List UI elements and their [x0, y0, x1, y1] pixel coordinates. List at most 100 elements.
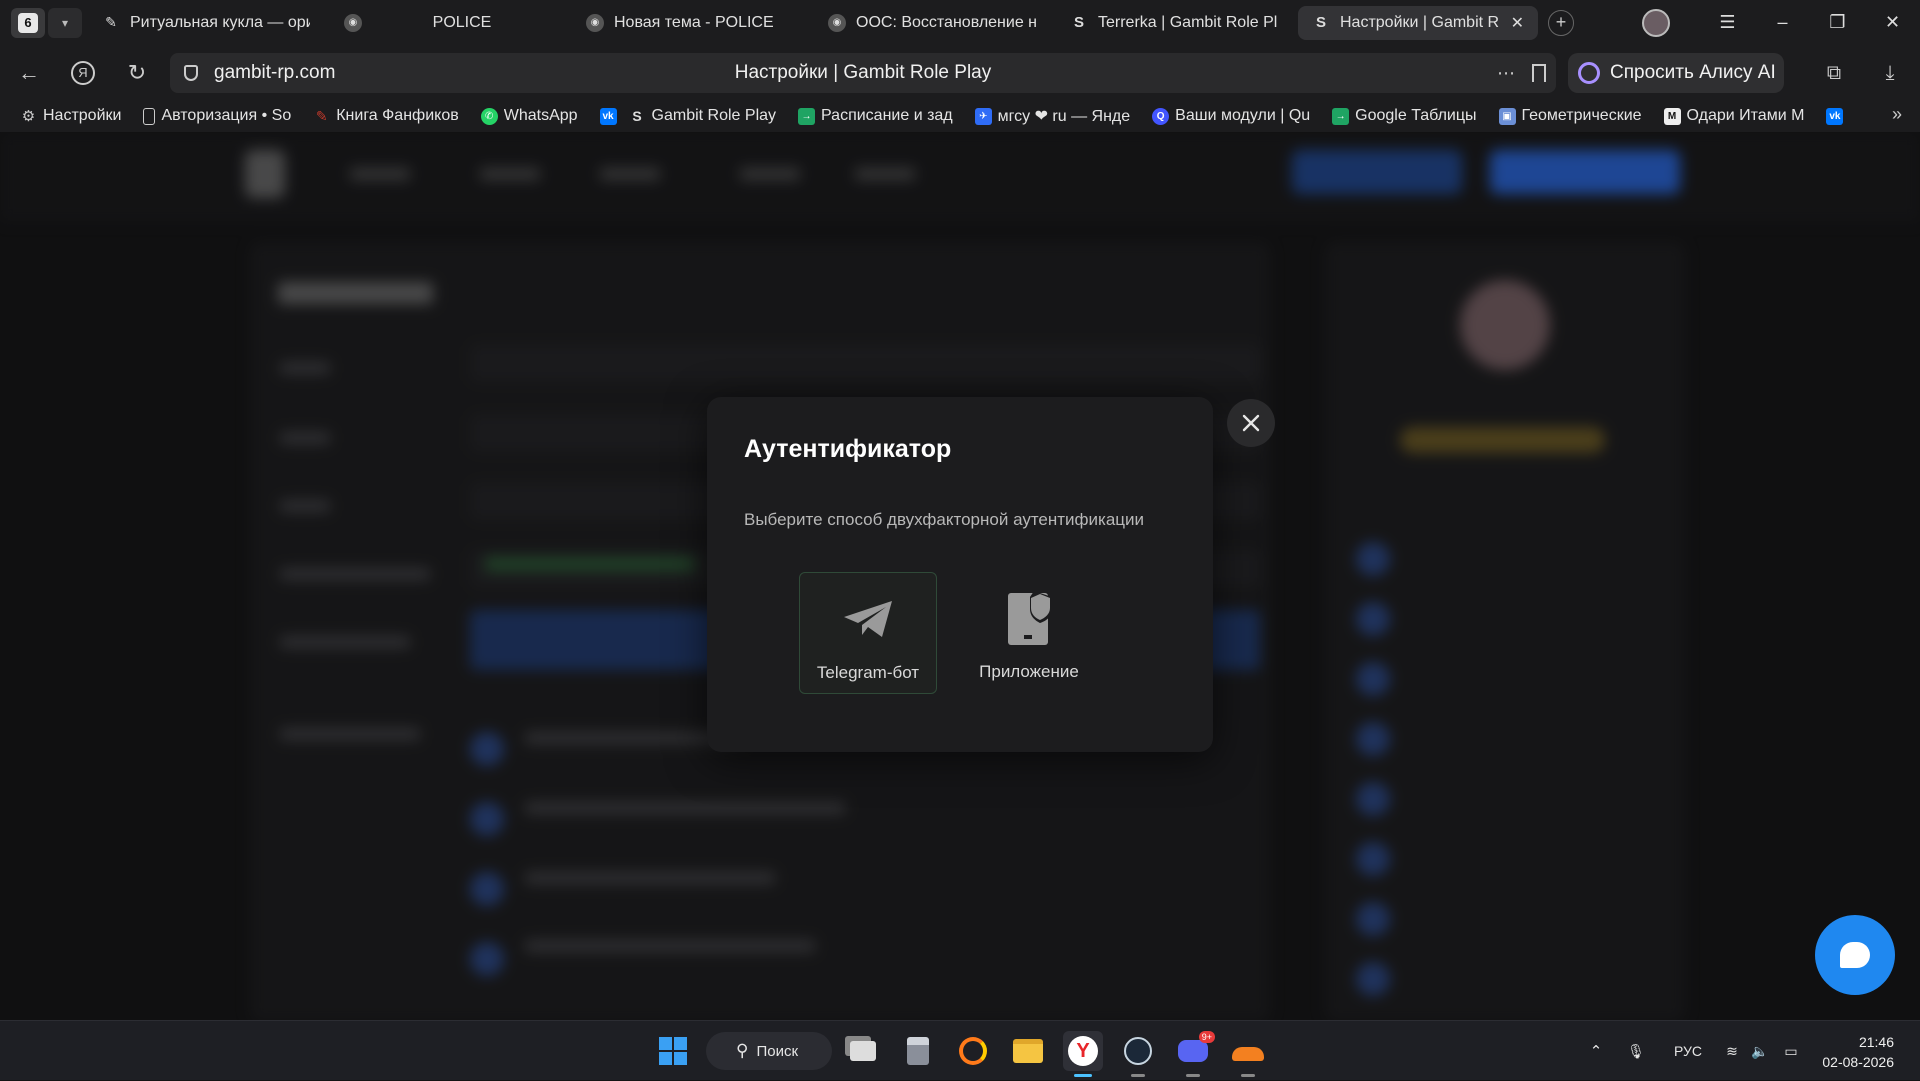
- bookmark-label: Google Таблицы: [1355, 107, 1477, 124]
- reload-icon[interactable]: ↻: [110, 53, 164, 93]
- bookmark-item[interactable]: vk: [599, 107, 617, 125]
- telegram-bot-option[interactable]: Telegram-бот: [799, 572, 937, 694]
- settings-label: [280, 728, 420, 740]
- tab[interactable]: ◉ POLICE: [330, 6, 566, 40]
- menu-icon[interactable]: ☰: [1700, 12, 1755, 33]
- bookmark-label: Авторизация • So: [161, 107, 292, 124]
- volume-icon[interactable]: 🔈: [1746, 1043, 1774, 1060]
- bookmark-item[interactable]: M Одари Итами М: [1663, 107, 1805, 125]
- chat-bubble-icon: [1840, 942, 1870, 968]
- tabs-dropdown-icon[interactable]: ▾: [48, 7, 82, 38]
- yandex-home-button[interactable]: Я: [56, 53, 110, 93]
- steam-icon[interactable]: [1118, 1031, 1158, 1077]
- clock[interactable]: 21:46 02-08-2026: [1822, 1032, 1894, 1072]
- running-indicator: [1241, 1074, 1255, 1077]
- session-line: [525, 872, 775, 884]
- vk-icon: vk: [599, 107, 617, 125]
- app-option[interactable]: Приложение: [960, 572, 1098, 694]
- close-tab-icon[interactable]: ✕: [1511, 13, 1524, 33]
- more-bookmarks-icon[interactable]: »: [1892, 104, 1902, 125]
- bookmark-item[interactable]: ✆ WhatsApp: [480, 107, 578, 125]
- tab[interactable]: ✎ Ритуальная кукла — ориг: [88, 6, 324, 40]
- bookmark-item[interactable]: Q Ваши модули | Qu: [1152, 107, 1310, 125]
- music-player-icon[interactable]: [953, 1031, 993, 1071]
- gambit-logo-icon: S: [1315, 14, 1326, 31]
- bookmark-item[interactable]: vk: [1826, 107, 1844, 125]
- gear-icon: ⚙: [21, 108, 36, 125]
- minimize-icon[interactable]: –: [1755, 12, 1810, 33]
- bookmark-item[interactable]: S Gambit Role Play: [629, 107, 776, 125]
- tab[interactable]: S Terrerka | Gambit Role Pla: [1056, 6, 1292, 40]
- telegram-icon: [842, 595, 894, 643]
- bookmark-item[interactable]: → Google Таблицы: [1332, 107, 1477, 125]
- bookmark-item[interactable]: Авторизация • So: [143, 107, 291, 125]
- whatsapp-icon: ✆: [480, 107, 498, 125]
- task-view-icon[interactable]: [843, 1031, 883, 1071]
- bookmark-item[interactable]: ✈ мгсу ❤ ru — Янде: [974, 106, 1131, 126]
- close-window-icon[interactable]: ✕: [1865, 12, 1920, 33]
- bookmark-item[interactable]: ▣ Геометрические: [1498, 107, 1642, 125]
- quizlet-icon: Q: [1152, 107, 1170, 125]
- tab-title: Terrerka | Gambit Role Pla: [1098, 13, 1278, 31]
- microphone-icon[interactable]: 🎙: [1614, 1043, 1658, 1060]
- profile-avatar[interactable]: [1642, 8, 1670, 37]
- clock-time: 21:46: [1858, 1034, 1894, 1050]
- system-tray: ⌃ 🎙 РУС ≋ 🔈 ▭: [1578, 1021, 1808, 1081]
- tab-title: POLICE: [432, 13, 492, 31]
- bookmark-label: Одари Итами М: [1686, 107, 1805, 124]
- sidebar-icon: [1356, 902, 1390, 936]
- start-button[interactable]: [653, 1031, 693, 1071]
- calculator-icon[interactable]: [898, 1031, 938, 1071]
- bookmark-item[interactable]: ⚙ Настройки: [20, 107, 122, 125]
- yandex-icon: Я: [71, 60, 95, 85]
- header-button: [1292, 150, 1462, 194]
- language-indicator[interactable]: РУС: [1658, 1043, 1718, 1059]
- tab[interactable]: ◉ ООС: Восстановление на: [814, 6, 1050, 40]
- image-icon: ▣: [1498, 107, 1516, 125]
- taskbar-search[interactable]: ⚲ Поиск: [706, 1032, 832, 1070]
- tab-title: Настройки | Gambit R: [1340, 13, 1500, 31]
- police-site-icon: ◉: [828, 13, 846, 32]
- modal-title: Аутентификатор: [744, 435, 952, 463]
- document-icon: [143, 107, 156, 125]
- bookmark-label: Ваши модули | Qu: [1175, 107, 1311, 124]
- translate-icon[interactable]: ⧉: [1812, 53, 1856, 93]
- quill-icon: ✎: [105, 14, 117, 30]
- file-explorer-icon[interactable]: [1008, 1031, 1048, 1071]
- tab[interactable]: ◉ Новая тема - POLICE: [572, 6, 808, 40]
- back-icon[interactable]: ←: [2, 53, 56, 93]
- bookmark-item[interactable]: ✎ Книга Фанфиков: [313, 107, 459, 125]
- settings-label: [280, 568, 430, 580]
- discord-icon[interactable]: 9+: [1173, 1031, 1215, 1077]
- battery-icon[interactable]: ▭: [1774, 1043, 1808, 1060]
- restore-icon[interactable]: ❐: [1810, 12, 1865, 33]
- bookmark-label: мгсу ❤ ru — Янде: [997, 108, 1131, 125]
- ask-alice-button[interactable]: Спросить Алису AI: [1568, 53, 1784, 93]
- bookmark-label: Настройки: [43, 107, 122, 124]
- more-options-icon[interactable]: ⋯: [1497, 63, 1516, 84]
- phone-shield-icon: [1006, 591, 1052, 645]
- cloudflare-warp-icon[interactable]: [1228, 1031, 1268, 1077]
- chevron-up-icon[interactable]: ⌃: [1578, 1042, 1614, 1060]
- sidebar-icon: [1356, 542, 1390, 576]
- tab-counter-button[interactable]: 6: [11, 7, 45, 38]
- close-modal-button[interactable]: [1227, 399, 1275, 447]
- site-security-icon[interactable]: [184, 65, 198, 81]
- new-tab-button[interactable]: +: [1548, 9, 1574, 36]
- nav-link: [600, 168, 660, 180]
- clock-date: 02-08-2026: [1822, 1054, 1894, 1070]
- sheets-icon: →: [798, 107, 816, 125]
- police-site-icon: ◉: [344, 13, 362, 32]
- running-indicator: [1186, 1074, 1200, 1077]
- settings-field: [470, 344, 1260, 382]
- tab-active[interactable]: S Настройки | Gambit R ✕: [1298, 5, 1538, 40]
- address-bar[interactable]: gambit-rp.com Настройки | Gambit Role Pl…: [170, 53, 1556, 93]
- ask-alice-label: Спросить Алису AI: [1610, 62, 1776, 83]
- bookmark-item[interactable]: → Расписание и зад: [798, 107, 953, 125]
- bookmark-icon[interactable]: [1532, 64, 1546, 82]
- wifi-icon[interactable]: ≋: [1718, 1043, 1746, 1060]
- chat-button[interactable]: [1815, 915, 1895, 995]
- downloads-icon[interactable]: ⤓: [1868, 53, 1912, 93]
- settings-status: [485, 557, 695, 571]
- yandex-browser-icon[interactable]: Y: [1063, 1031, 1103, 1077]
